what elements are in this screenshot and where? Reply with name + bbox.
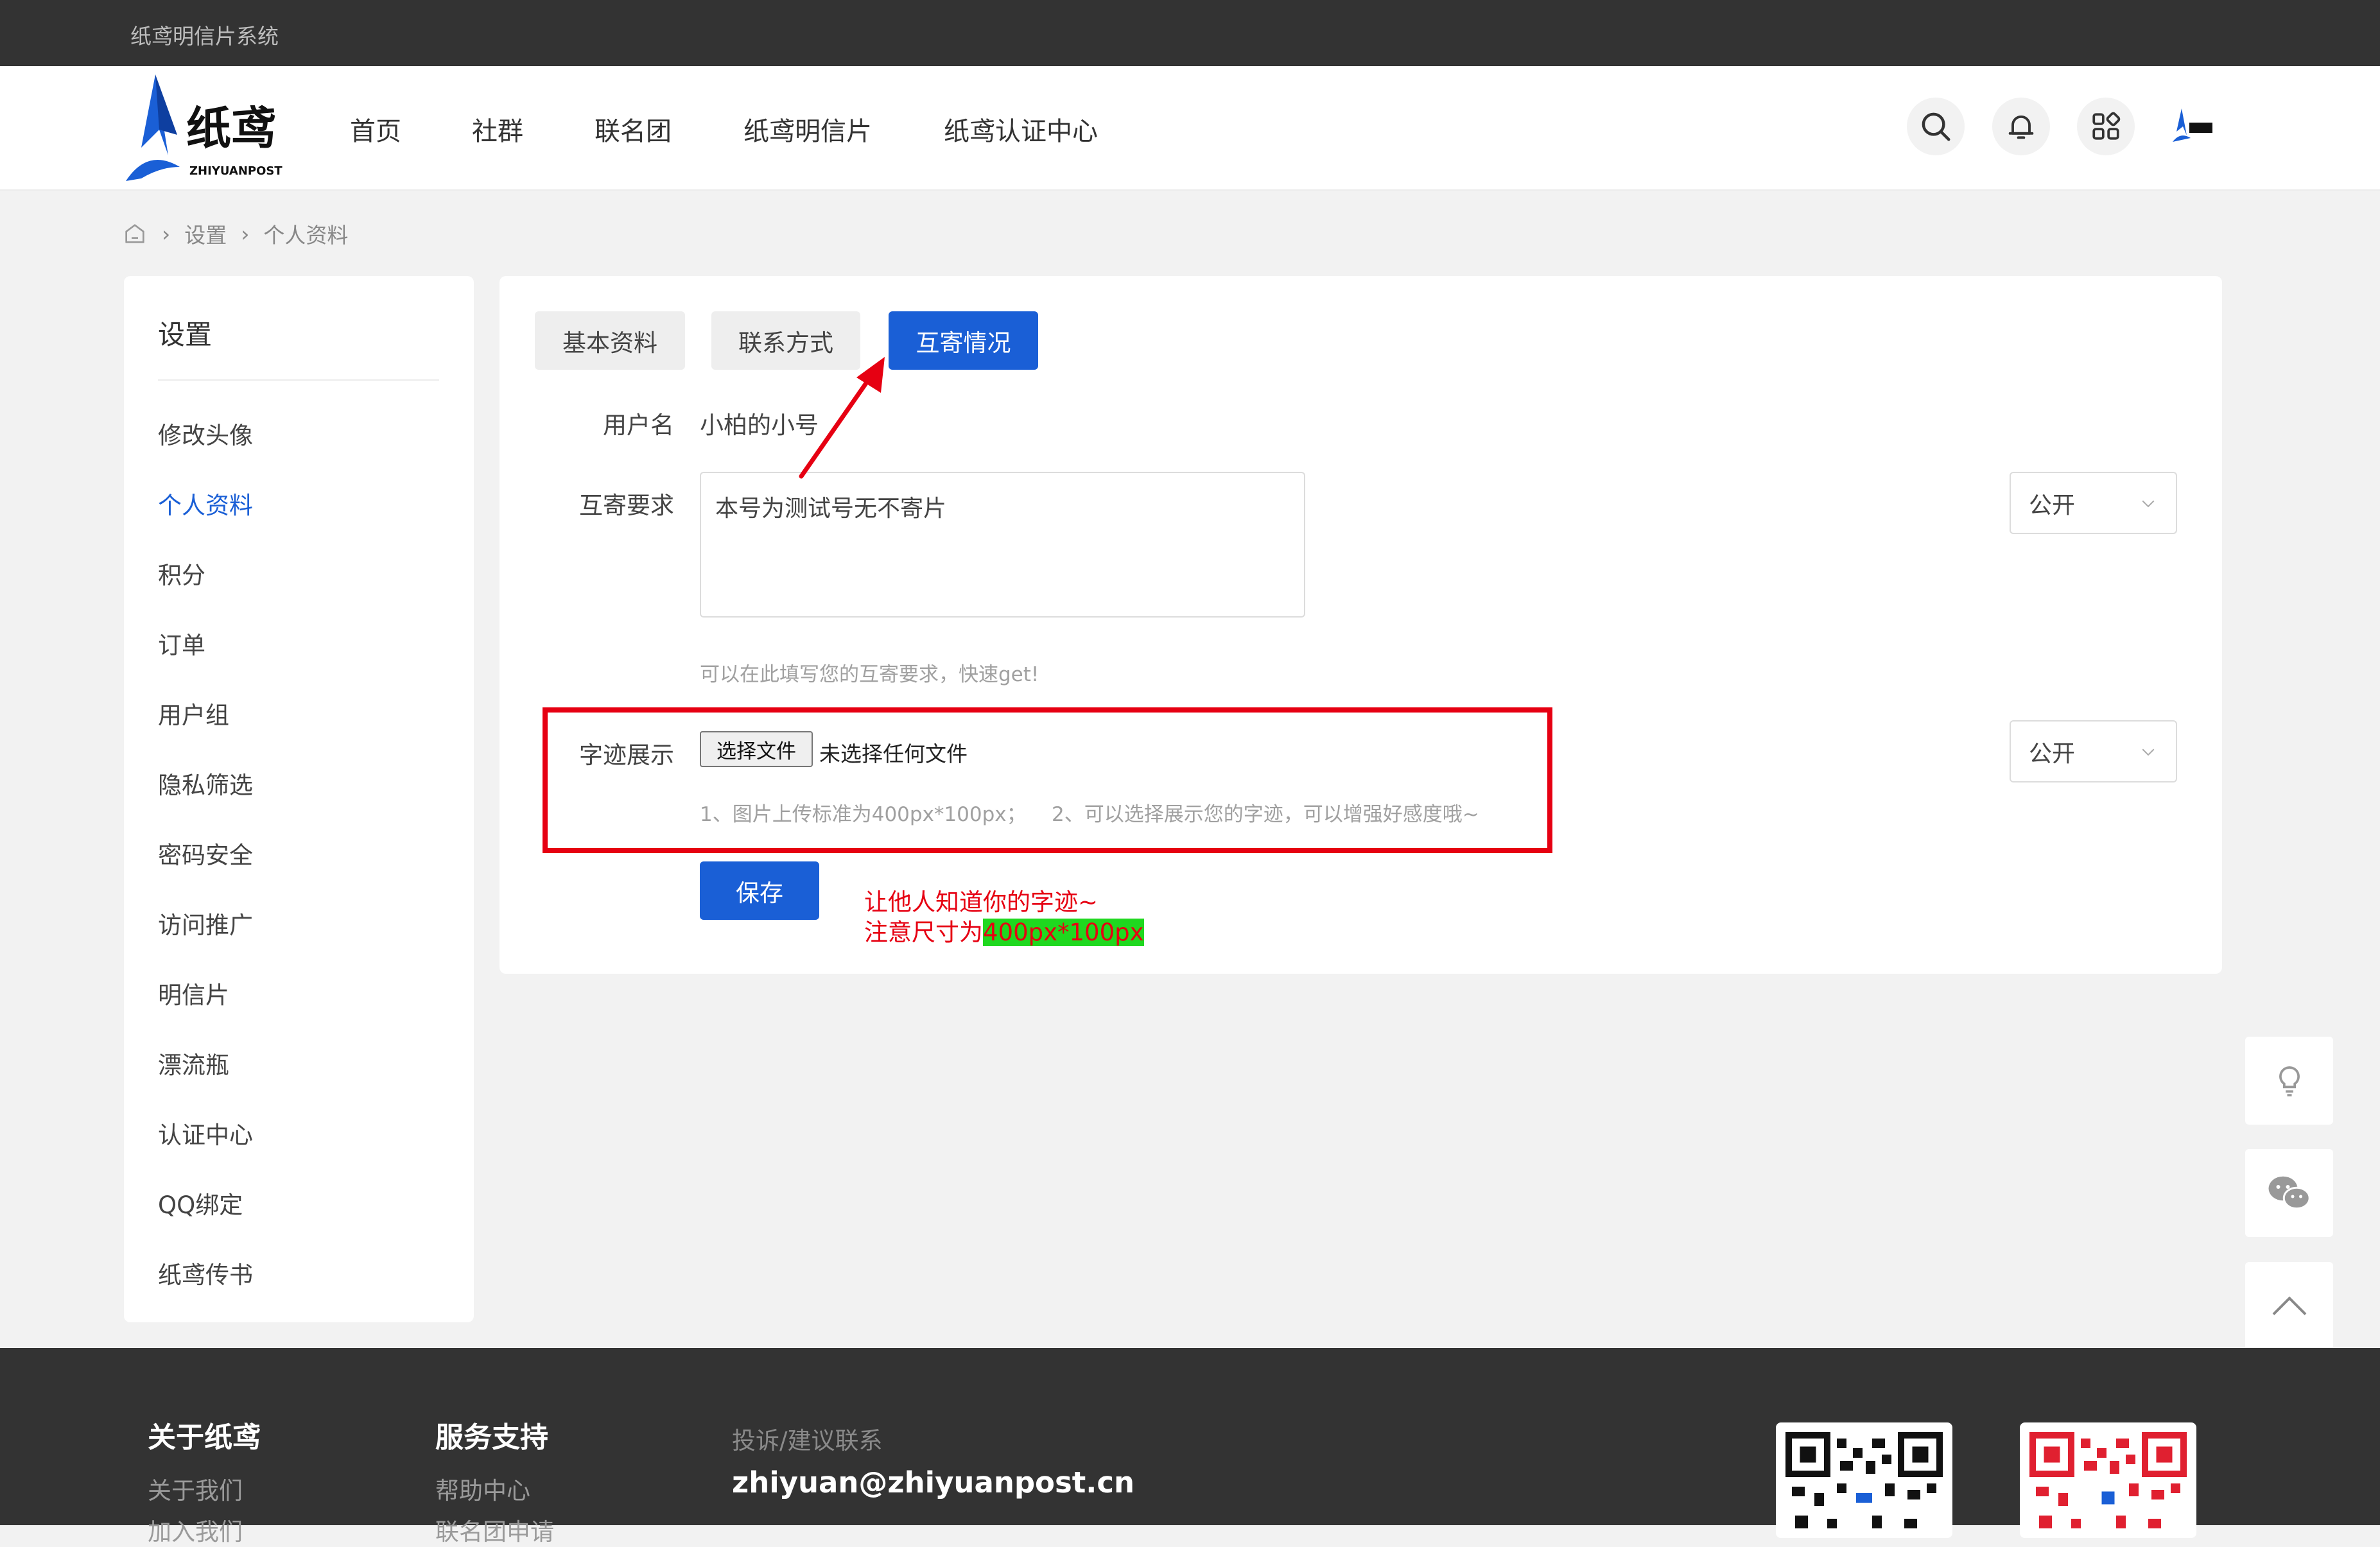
handwriting-visibility-value: 公开 — [2029, 740, 2076, 767]
notifications-button[interactable] — [1992, 98, 2050, 155]
nav-certification[interactable]: 纸鸢认证中心 — [944, 110, 1098, 148]
chevron-down-icon — [2142, 500, 2155, 507]
sidebar-item-drift-bottle[interactable]: 漂流瓶 — [158, 1046, 229, 1080]
sidebar-divider — [158, 379, 439, 381]
sidebar-item-profile[interactable]: 个人资料 — [158, 486, 253, 521]
sidebar-item-qq-binding[interactable]: QQ绑定 — [158, 1186, 243, 1220]
qr-code-icon — [1785, 1432, 1943, 1528]
logo-text: 纸鸢 — [186, 102, 276, 155]
annotation-note-line1: 让他人知道你的字迹~ — [864, 888, 1099, 916]
nav-community[interactable]: 社群 — [472, 110, 523, 148]
exchange-visibility-select[interactable]: 公开 — [2010, 472, 2177, 534]
nav-postcards[interactable]: 纸鸢明信片 — [743, 110, 872, 148]
username-label: 用户名 — [603, 411, 674, 439]
exchange-requirement-input[interactable] — [700, 472, 1305, 618]
sidebar-item-points[interactable]: 积分 — [158, 556, 205, 591]
back-to-top-icon — [2272, 1296, 2306, 1315]
sidebar-item-privacy-filter[interactable]: 隐私筛选 — [158, 766, 253, 800]
breadcrumb-settings[interactable]: 设置 — [184, 218, 227, 249]
nav-joint-group[interactable]: 联名团 — [595, 110, 672, 148]
exchange-visibility-value: 公开 — [2029, 492, 2076, 519]
search-icon — [1922, 112, 1950, 141]
sidebar-title: 设置 — [158, 319, 213, 350]
qr-code-wechat — [1776, 1422, 1952, 1538]
footer-link-about-us[interactable]: 关于我们 — [148, 1471, 243, 1506]
sidebar-item-postcards[interactable]: 明信片 — [158, 976, 229, 1010]
wechat-button[interactable] — [2245, 1149, 2333, 1237]
footer-link-join-us[interactable]: 加入我们 — [148, 1512, 243, 1547]
sidebar-item-referral[interactable]: 访问推广 — [158, 906, 253, 940]
avatar[interactable] — [2170, 106, 2215, 144]
annotation-note-size: 400px*100px — [983, 919, 1144, 946]
tab-basic-info[interactable]: 基本资料 — [535, 311, 685, 370]
chevron-down-icon — [2142, 748, 2155, 756]
tab-exchange[interactable]: 互寄情况 — [889, 311, 1038, 370]
apps-grid-icon — [2092, 112, 2121, 140]
qr-code-icon — [2029, 1432, 2187, 1528]
breadcrumb-separator: › — [162, 221, 171, 246]
search-button[interactable] — [1907, 98, 1965, 155]
sidebar-item-avatar[interactable]: 修改头像 — [158, 416, 253, 451]
footer-support-title: 服务支持 — [435, 1421, 548, 1454]
annotation-note-line2: 注意尺寸为400px*100px — [864, 913, 1144, 947]
exchange-requirement-label: 互寄要求 — [579, 492, 674, 519]
annotation-arrow-icon — [799, 357, 885, 479]
site-name: 纸鸢明信片系统 — [130, 24, 279, 49]
logo-subtext: ZHIYUANPOST — [189, 164, 282, 178]
home-icon[interactable] — [122, 221, 148, 246]
sidebar-item-certification[interactable]: 认证中心 — [158, 1116, 253, 1150]
breadcrumb-separator: › — [241, 221, 250, 246]
handwriting-visibility-select[interactable]: 公开 — [2010, 720, 2177, 782]
wechat-icon — [2268, 1176, 2311, 1209]
footer-contact-email[interactable]: zhiyuan@zhiyuanpost.cn — [732, 1465, 1134, 1499]
lightbulb-icon — [2279, 1066, 2300, 1096]
top-bar — [0, 0, 2380, 66]
apps-button[interactable] — [2077, 98, 2135, 155]
footer-link-joint-apply[interactable]: 联名团申请 — [435, 1512, 554, 1547]
exchange-requirement-hint: 可以在此填写您的互寄要求，快速get! — [700, 663, 1039, 686]
bell-icon — [2008, 115, 2034, 139]
footer-link-help-center[interactable]: 帮助中心 — [435, 1471, 530, 1506]
nav-home[interactable]: 首页 — [350, 110, 401, 148]
sidebar-item-zhiyuan-letters[interactable]: 纸鸢传书 — [158, 1256, 253, 1290]
annotation-highlight-box — [543, 707, 1552, 853]
back-to-top-button[interactable] — [2245, 1262, 2333, 1350]
sidebar-item-password-security[interactable]: 密码安全 — [158, 836, 253, 870]
avatar-logo-icon — [2173, 108, 2212, 142]
tips-button[interactable] — [2245, 1037, 2333, 1125]
qr-code-weibo — [2020, 1422, 2196, 1538]
footer-contact-label: 投诉/建议联系 — [732, 1427, 883, 1455]
save-button[interactable]: 保存 — [700, 861, 819, 920]
breadcrumb: › 设置 › 个人资料 — [122, 218, 348, 249]
footer-about-title: 关于纸鸢 — [148, 1421, 261, 1454]
breadcrumb-current: 个人资料 — [263, 223, 349, 248]
annotation-note-prefix: 注意尺寸为 — [864, 919, 983, 946]
sidebar-item-orders[interactable]: 订单 — [158, 626, 205, 661]
sidebar-item-user-group[interactable]: 用户组 — [158, 696, 229, 730]
